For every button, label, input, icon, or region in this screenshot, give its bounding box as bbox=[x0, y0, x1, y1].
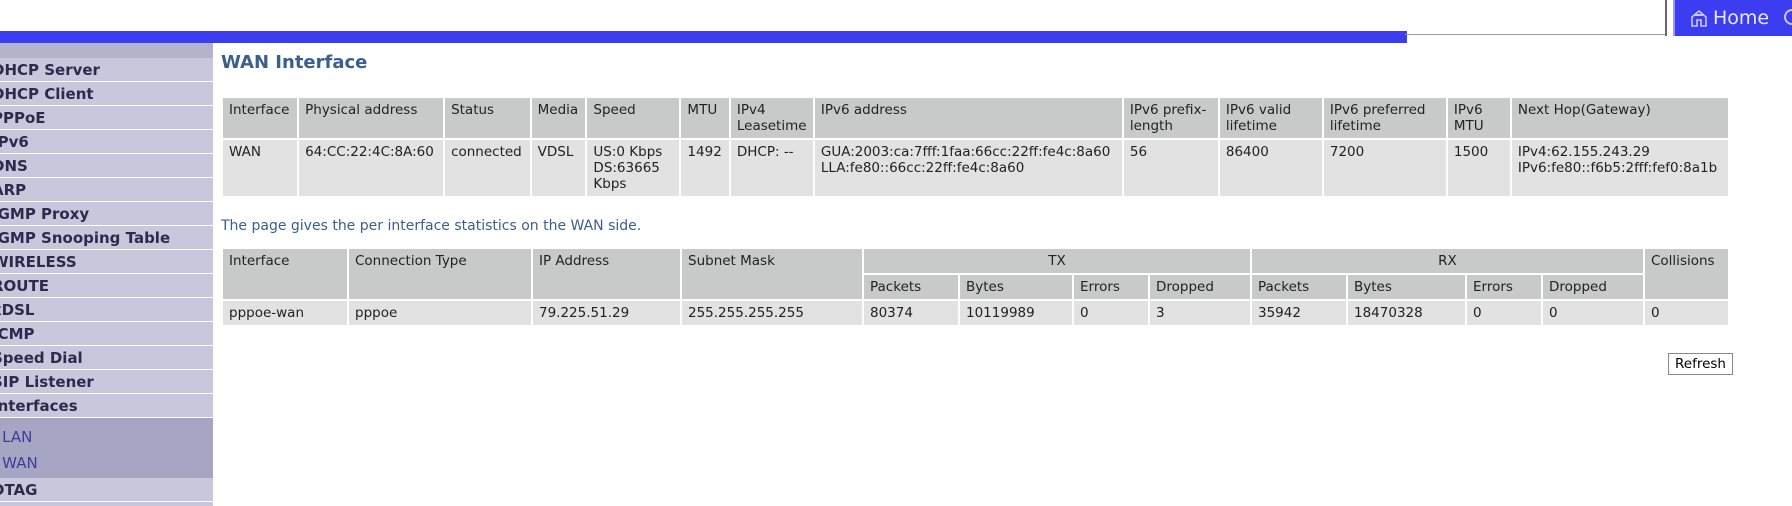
page-description: The page gives the per interface statist… bbox=[221, 218, 642, 234]
sidebar-item-pppoe[interactable]: PPPoE bbox=[0, 106, 213, 130]
next-hop-v4: IPv4:62.155.243.29 bbox=[1517, 144, 1650, 160]
header-divider bbox=[1405, 34, 1667, 35]
table-header-row: Interface Physical address Status Media … bbox=[220, 96, 1731, 140]
col-header: IPv6 valid lifetime bbox=[1217, 96, 1324, 140]
sidebar-item-speed-dial[interactable]: Speed Dial bbox=[0, 346, 213, 370]
home-tab[interactable]: Home bbox=[1673, 0, 1792, 36]
cell-ipv6-preferred-lifetime: 7200 bbox=[1321, 138, 1448, 198]
cell-ipv4-leasetime: DHCP: -- bbox=[728, 138, 815, 198]
home-icon bbox=[1691, 9, 1707, 27]
cell-rx-dropped: 0 bbox=[1541, 299, 1645, 327]
ipv6-lla: LLA:fe80::66cc:22ff:fe4c:8a60 bbox=[820, 160, 1025, 176]
wan-interface-table: Interface Physical address Status Media … bbox=[220, 96, 1731, 198]
settings-icon[interactable] bbox=[1784, 9, 1792, 25]
cell-tx-errors: 0 bbox=[1072, 299, 1150, 327]
page-title: WAN Interface bbox=[221, 52, 368, 73]
col-header: IPv6 prefix-length bbox=[1121, 96, 1220, 140]
cell-ipv6-address: GUA:2003:ca:7fff:1faa:66cc:22ff:fe4c:8a6… bbox=[812, 138, 1124, 198]
sidebar-item-xdsl[interactable]: xDSL bbox=[0, 298, 213, 322]
col-header: Subnet Mask bbox=[680, 247, 864, 301]
speed-us: US:0 Kbps bbox=[593, 144, 663, 160]
col-header: IPv6 address bbox=[812, 96, 1124, 140]
table-header-row: Interface Connection Type IP Address Sub… bbox=[221, 247, 1730, 301]
col-header: Physical address bbox=[297, 96, 446, 140]
col-header: Packets bbox=[1250, 273, 1348, 301]
col-header: Interface bbox=[221, 247, 349, 301]
refresh-button[interactable]: Refresh bbox=[1668, 353, 1733, 375]
sidebar-item-dhcp-server[interactable]: DHCP Server bbox=[0, 58, 213, 82]
col-header-tx: TX bbox=[862, 247, 1252, 275]
cell-collisions: 0 bbox=[1643, 299, 1730, 327]
col-header: Bytes bbox=[1346, 273, 1467, 301]
col-header: Collisions bbox=[1643, 247, 1730, 301]
col-header: MTU bbox=[679, 96, 731, 140]
speed-ds: DS:63665 Kbps bbox=[593, 160, 660, 192]
sidebar-subitem-lan[interactable]: - LAN bbox=[0, 418, 213, 448]
cell-interface: WAN bbox=[220, 138, 300, 198]
cell-speed: US:0 Kbps DS:63665 Kbps bbox=[585, 138, 682, 198]
col-header: Next Hop(Gateway) bbox=[1509, 96, 1731, 140]
col-header: IPv6 MTU bbox=[1445, 96, 1512, 140]
table-row: pppoe-wan pppoe 79.225.51.29 255.255.255… bbox=[221, 299, 1730, 327]
home-label: Home bbox=[1713, 7, 1770, 29]
cell-mtu: 1492 bbox=[679, 138, 731, 198]
sidebar: DHCP Server DHCP Client PPPoE IPv6 DNS A… bbox=[0, 43, 213, 506]
cell-next-hop: IPv4:62.155.243.29 IPv6:fe80::f6b5:2fff:f… bbox=[1509, 138, 1731, 198]
sidebar-item-icmp[interactable]: ICMP bbox=[0, 322, 213, 346]
cell-rx-bytes: 18470328 bbox=[1346, 299, 1467, 327]
col-header: Status bbox=[443, 96, 532, 140]
cell-connection-type: pppoe bbox=[347, 299, 533, 327]
sidebar-item-sip-listener[interactable]: SIP Listener bbox=[0, 370, 213, 394]
col-header: IPv4 Leasetime bbox=[728, 96, 815, 140]
cell-ipv6-mtu: 1500 bbox=[1445, 138, 1512, 198]
next-hop-v6: IPv6:fe80::f6b5:2fff:fef0:8a1b bbox=[1517, 160, 1718, 176]
cell-status: connected bbox=[443, 138, 532, 198]
cell-rx-errors: 0 bbox=[1465, 299, 1543, 327]
cell-interface: pppoe-wan bbox=[221, 299, 349, 327]
cell-ipv6-valid-lifetime: 86400 bbox=[1217, 138, 1324, 198]
wan-statistics-table: Interface Connection Type IP Address Sub… bbox=[221, 247, 1730, 327]
col-header: IP Address bbox=[531, 247, 682, 301]
ipv6-gua: GUA:2003:ca:7fff:1faa:66cc:22ff:fe4c:8a6… bbox=[820, 144, 1111, 160]
cell-tx-packets: 80374 bbox=[862, 299, 960, 327]
col-header: Media bbox=[529, 96, 588, 140]
sidebar-item-dhcp-client[interactable]: DHCP Client bbox=[0, 82, 213, 106]
sidebar-item-igmp-snooping-table[interactable]: IGMP Snooping Table bbox=[0, 226, 213, 250]
col-header: Interface bbox=[220, 96, 300, 140]
cell-tx-dropped: 3 bbox=[1148, 299, 1252, 327]
cell-ipv6-prefix-length: 56 bbox=[1121, 138, 1220, 198]
col-header: Errors bbox=[1072, 273, 1150, 301]
sidebar-subitem-wan[interactable]: - WAN bbox=[0, 448, 213, 478]
cell-subnet-mask: 255.255.255.255 bbox=[680, 299, 864, 327]
col-header: IPv6 preferred lifetime bbox=[1321, 96, 1448, 140]
col-header: Packets bbox=[862, 273, 960, 301]
col-header-rx: RX bbox=[1250, 247, 1645, 275]
header-divider-vertical bbox=[1665, 0, 1667, 36]
sidebar-item-ipv6[interactable]: IPv6 bbox=[0, 130, 213, 154]
sidebar-item-wireless[interactable]: WIRELESS bbox=[0, 250, 213, 274]
col-header: Errors bbox=[1465, 273, 1543, 301]
sidebar-item-route[interactable]: ROUTE bbox=[0, 274, 213, 298]
header-accent-bar bbox=[0, 31, 1407, 43]
cell-rx-packets: 35942 bbox=[1250, 299, 1348, 327]
sidebar-item-arp[interactable]: ARP bbox=[0, 178, 213, 202]
col-header: Connection Type bbox=[347, 247, 533, 301]
sidebar-item-interfaces[interactable]: Interfaces bbox=[0, 394, 213, 418]
sidebar-item-dtag[interactable]: DTAG bbox=[0, 478, 213, 502]
table-row: WAN 64:CC:22:4C:8A:60 connected VDSL US:… bbox=[220, 138, 1731, 198]
cell-physical-address: 64:CC:22:4C:8A:60 bbox=[297, 138, 446, 198]
sidebar-item-dns[interactable]: DNS bbox=[0, 154, 213, 178]
col-header: Dropped bbox=[1541, 273, 1645, 301]
cell-media: VDSL bbox=[529, 138, 588, 198]
col-header: Speed bbox=[585, 96, 682, 140]
sidebar-item-igmp-proxy[interactable]: IGMP Proxy bbox=[0, 202, 213, 226]
cell-ip-address: 79.225.51.29 bbox=[531, 299, 682, 327]
sidebar-top-spacer bbox=[0, 43, 213, 58]
col-header: Bytes bbox=[958, 273, 1074, 301]
col-header: Dropped bbox=[1148, 273, 1252, 301]
cell-tx-bytes: 10119989 bbox=[958, 299, 1074, 327]
